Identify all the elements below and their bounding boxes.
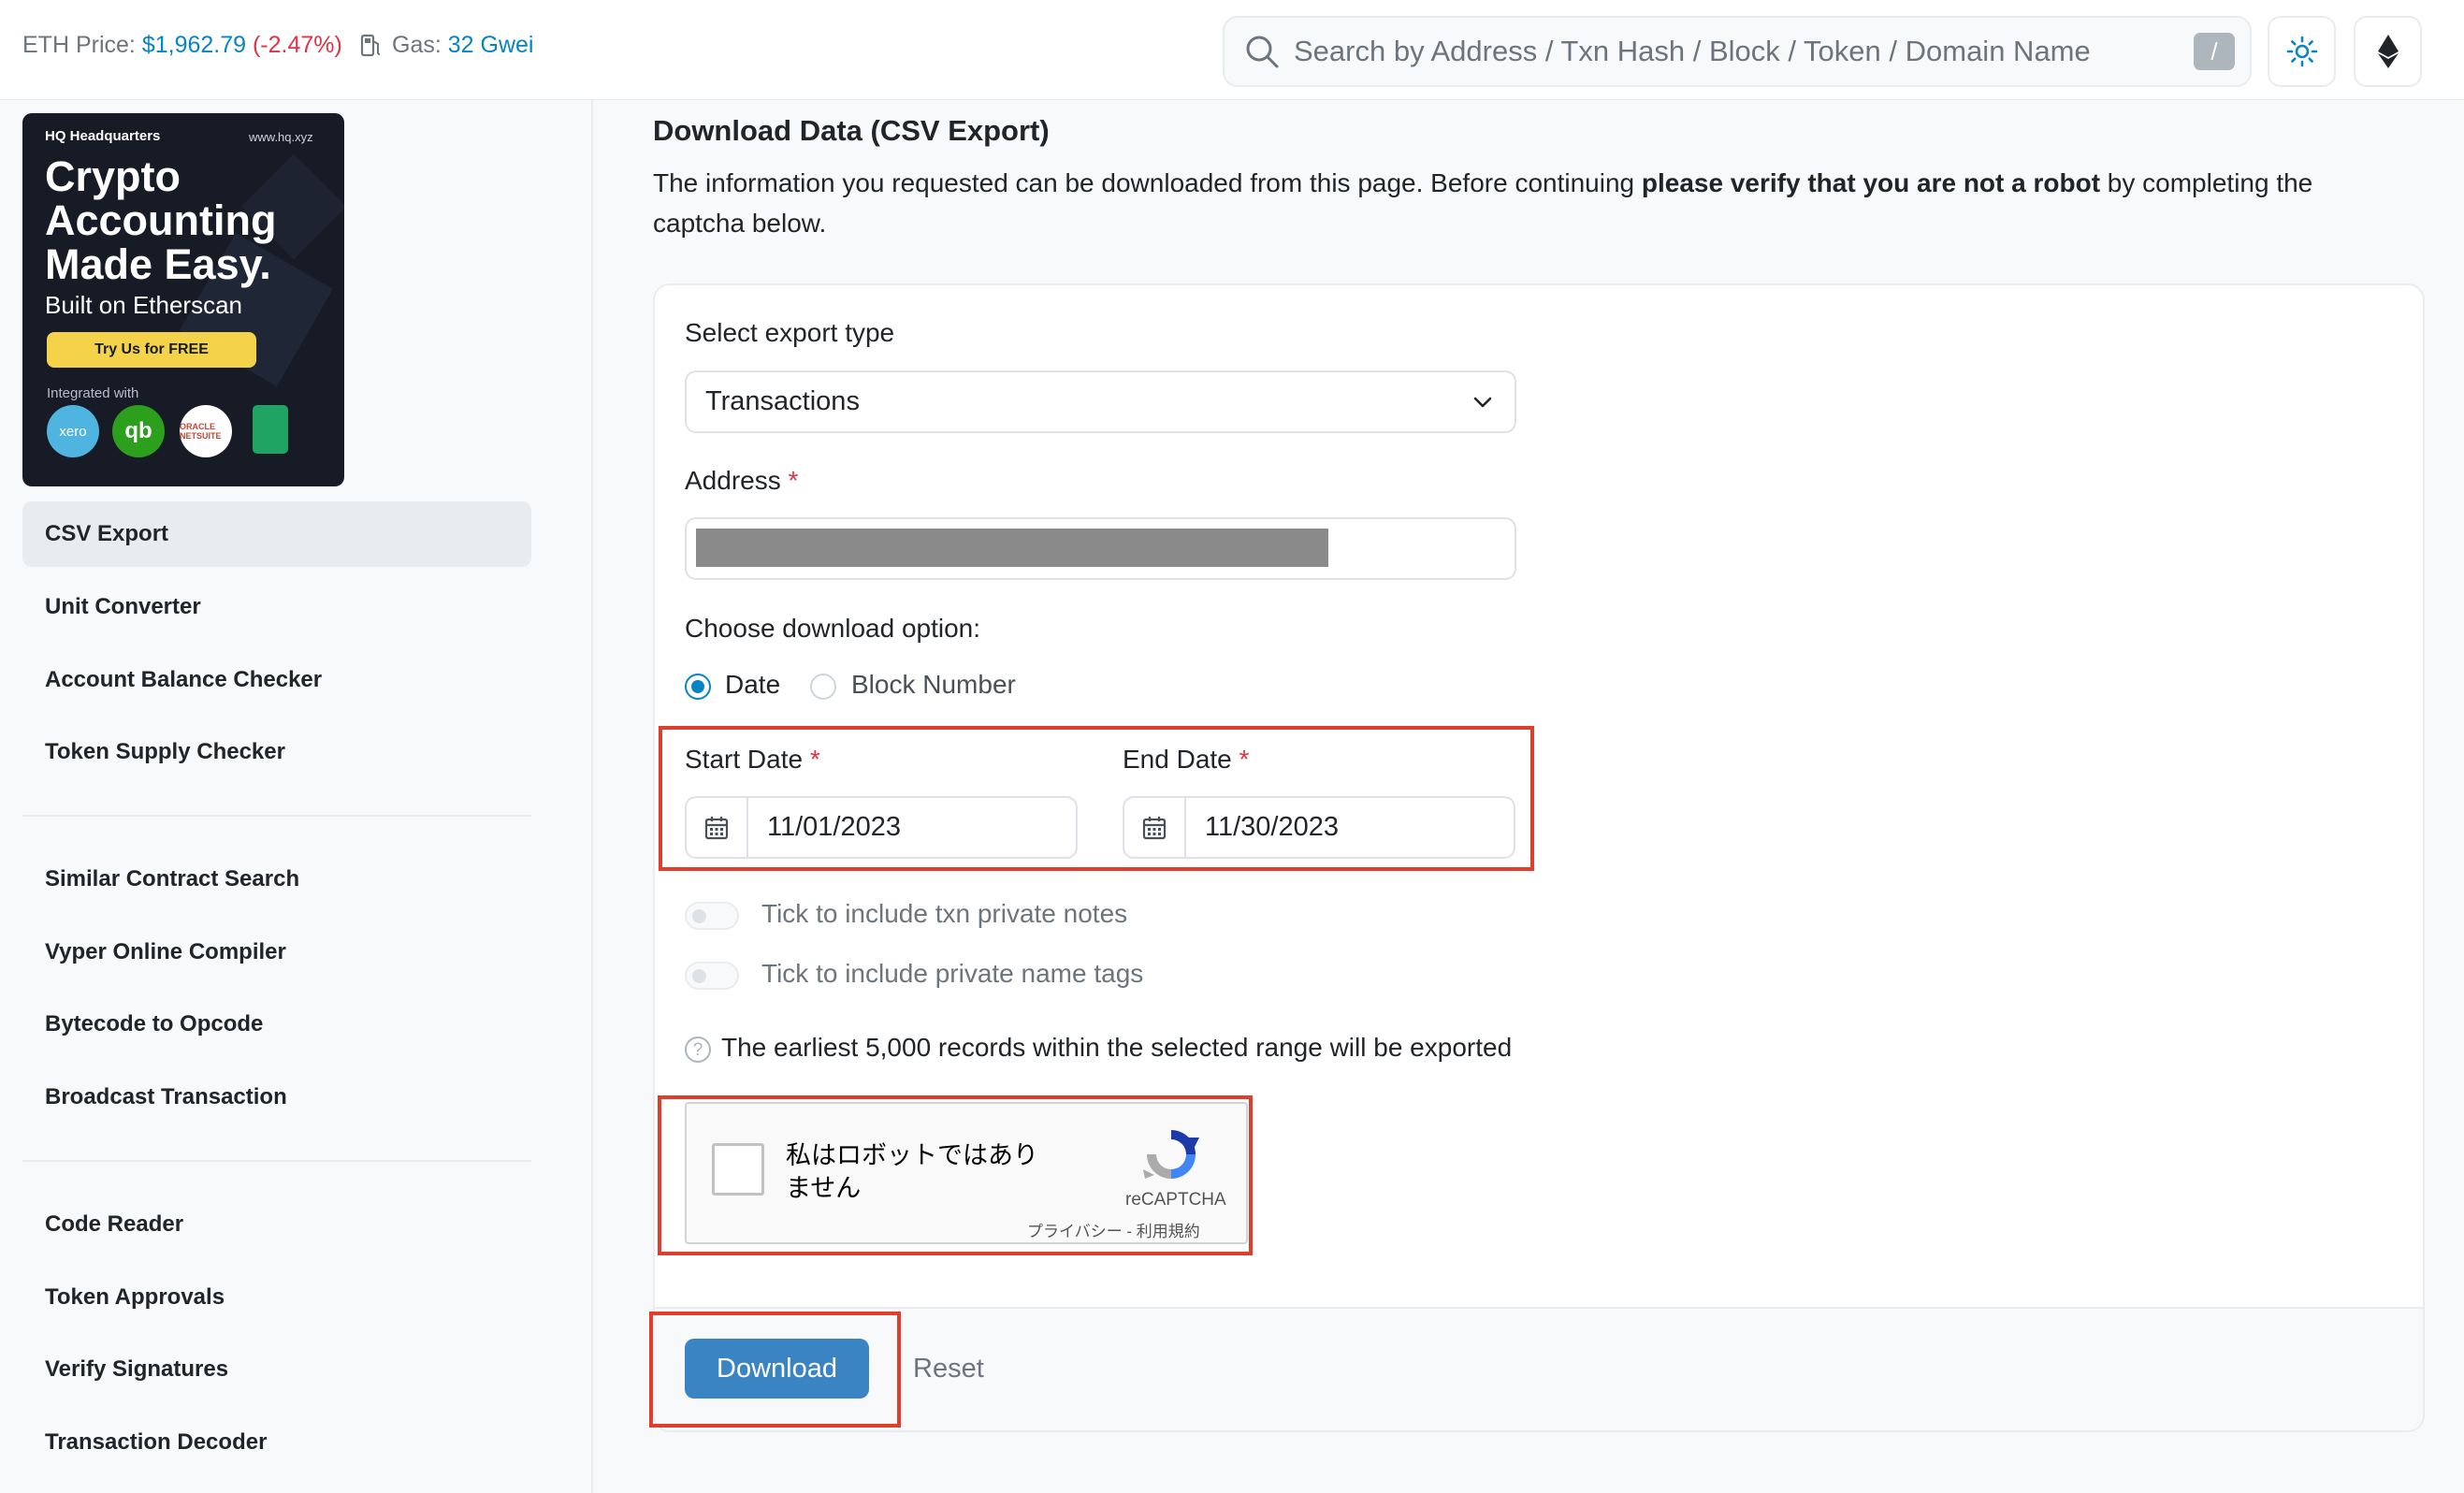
required-mark: * [809,745,820,774]
block-number-radio-label[interactable]: Block Number [851,670,1016,700]
sidebar-item-unit-converter[interactable]: Unit Converter [22,574,531,640]
ad-url: www.hq.xyz [249,130,313,144]
sidebar-item-code-reader[interactable]: Code Reader [22,1192,531,1257]
start-date-label-text: Start Date [685,745,804,774]
recaptcha-logo-icon [1143,1130,1199,1179]
block-number-radio[interactable] [810,674,836,700]
reset-button[interactable]: Reset [904,1339,993,1399]
theme-toggle-button[interactable] [2268,16,2336,87]
page-title: Download Data (CSV Export) [653,114,1050,147]
sidebar-item-bytecode-to-opcode[interactable]: Bytecode to Opcode [22,992,531,1057]
eth-price-value[interactable]: $1,962.79 [142,32,246,58]
end-date-input[interactable] [1186,811,1506,844]
start-date-field [685,796,1078,859]
search-input[interactable] [1281,34,2194,69]
ad-logo: HQ Headquarters [45,128,161,144]
sidebar-separator [22,1160,531,1162]
ad-cta-button[interactable]: Try Us for FREE [47,332,256,368]
search-shortcut-key: / [2194,33,2235,70]
sidebar-item-transaction-decoder[interactable]: Transaction Decoder [22,1410,531,1475]
eth-price-change: (-2.47%) [252,32,342,58]
end-date-label: End Date * [1123,745,1249,775]
xero-icon: xero [47,405,99,457]
gas-label: Gas: [392,32,442,58]
ad-headline: Crypto Accounting Made Easy. [45,152,277,288]
quickbooks-icon: qb [112,405,165,457]
required-mark: * [788,466,799,495]
download-button[interactable]: Download [685,1339,869,1399]
search-icon [1246,36,1279,68]
address-redaction [696,529,1328,567]
date-radio-label[interactable]: Date [725,670,780,700]
search-bar[interactable]: / [1223,16,2252,87]
sidebar-item-similar-contract-search[interactable]: Similar Contract Search [22,847,531,912]
download-option-label: Choose download option: [685,614,981,643]
sidebar-item-verify-signatures[interactable]: Verify Signatures [22,1337,531,1402]
start-date-label: Start Date * [685,745,820,775]
recaptcha-widget: 私はロボットではありません reCAPTCHA プライバシー - 利用規約 [685,1102,1248,1244]
date-radio[interactable] [685,674,711,700]
records-limit-note: The earliest 5,000 records within the se… [721,1033,1513,1062]
end-date-field [1123,796,1515,859]
required-mark: * [1239,745,1250,774]
gas-value[interactable]: 32 Gwei [448,32,534,58]
recaptcha-privacy-terms[interactable]: プライバシー - 利用規約 [1027,1218,1200,1241]
recaptcha-brand: reCAPTCHA [1125,1190,1226,1210]
export-type-select[interactable]: Transactions [685,370,1516,433]
ad-subline: Built on Etherscan [45,291,243,319]
sidebar-item-account-balance-checker[interactable]: Account Balance Checker [22,647,531,713]
sidebar-separator [22,815,531,817]
eth-price-label: ETH Price: [22,32,136,58]
private-notes-toggle[interactable] [685,902,739,930]
end-date-label-text: End Date [1123,745,1232,774]
intro-text-start: The information you requested can be dow… [653,168,1642,197]
address-label-text: Address [685,466,781,495]
captcha-label: 私はロボットではありません [786,1141,1038,1202]
calendar-icon[interactable] [687,798,748,857]
intro-text: The information you requested can be dow… [653,163,2393,243]
gas-tracker: Gas: 32 Gwei [360,32,533,59]
address-label: Address * [685,466,798,496]
sidebar-item-csv-export[interactable]: CSV Export [22,501,531,567]
intro-text-bold: please verify that you are not a robot [1641,168,2101,197]
sidebar-divider [591,100,593,1493]
private-notes-toggle-label: Tick to include txn private notes [761,899,1128,928]
private-name-tags-toggle-label: Tick to include private name tags [761,959,1144,988]
export-type-value: Transactions [705,386,860,416]
sidebar-item-broadcast-transaction[interactable]: Broadcast Transaction [22,1065,531,1130]
question-circle-icon: ? [685,1036,711,1063]
export-type-label: Select export type [685,318,895,347]
oracle-netsuite-icon: ORACLE NETSUITE [180,405,232,457]
calendar-icon[interactable] [1124,798,1186,857]
ethereum-icon [2377,35,2399,68]
ad-integrated-label: Integrated with [47,385,139,401]
captcha-checkbox[interactable] [712,1143,764,1196]
private-name-tags-toggle[interactable] [685,962,739,990]
eth-price: ETH Price: $1,962.79 (-2.47%) [22,32,342,59]
sidebar-item-vyper-online-compiler[interactable]: Vyper Online Compiler [22,920,531,985]
google-sheets-icon [253,405,288,454]
sidebar-item-token-approvals[interactable]: Token Approvals [22,1265,531,1330]
ad-banner[interactable]: HQ Headquarters www.hq.xyz Crypto Accoun… [22,113,344,486]
chevron-down-icon [1473,397,1492,408]
gas-pump-icon [360,34,381,56]
network-selector-button[interactable] [2354,16,2422,87]
sidebar-item-token-supply-checker[interactable]: Token Supply Checker [22,719,531,785]
start-date-input[interactable] [748,811,1068,844]
sun-icon [2286,36,2317,67]
